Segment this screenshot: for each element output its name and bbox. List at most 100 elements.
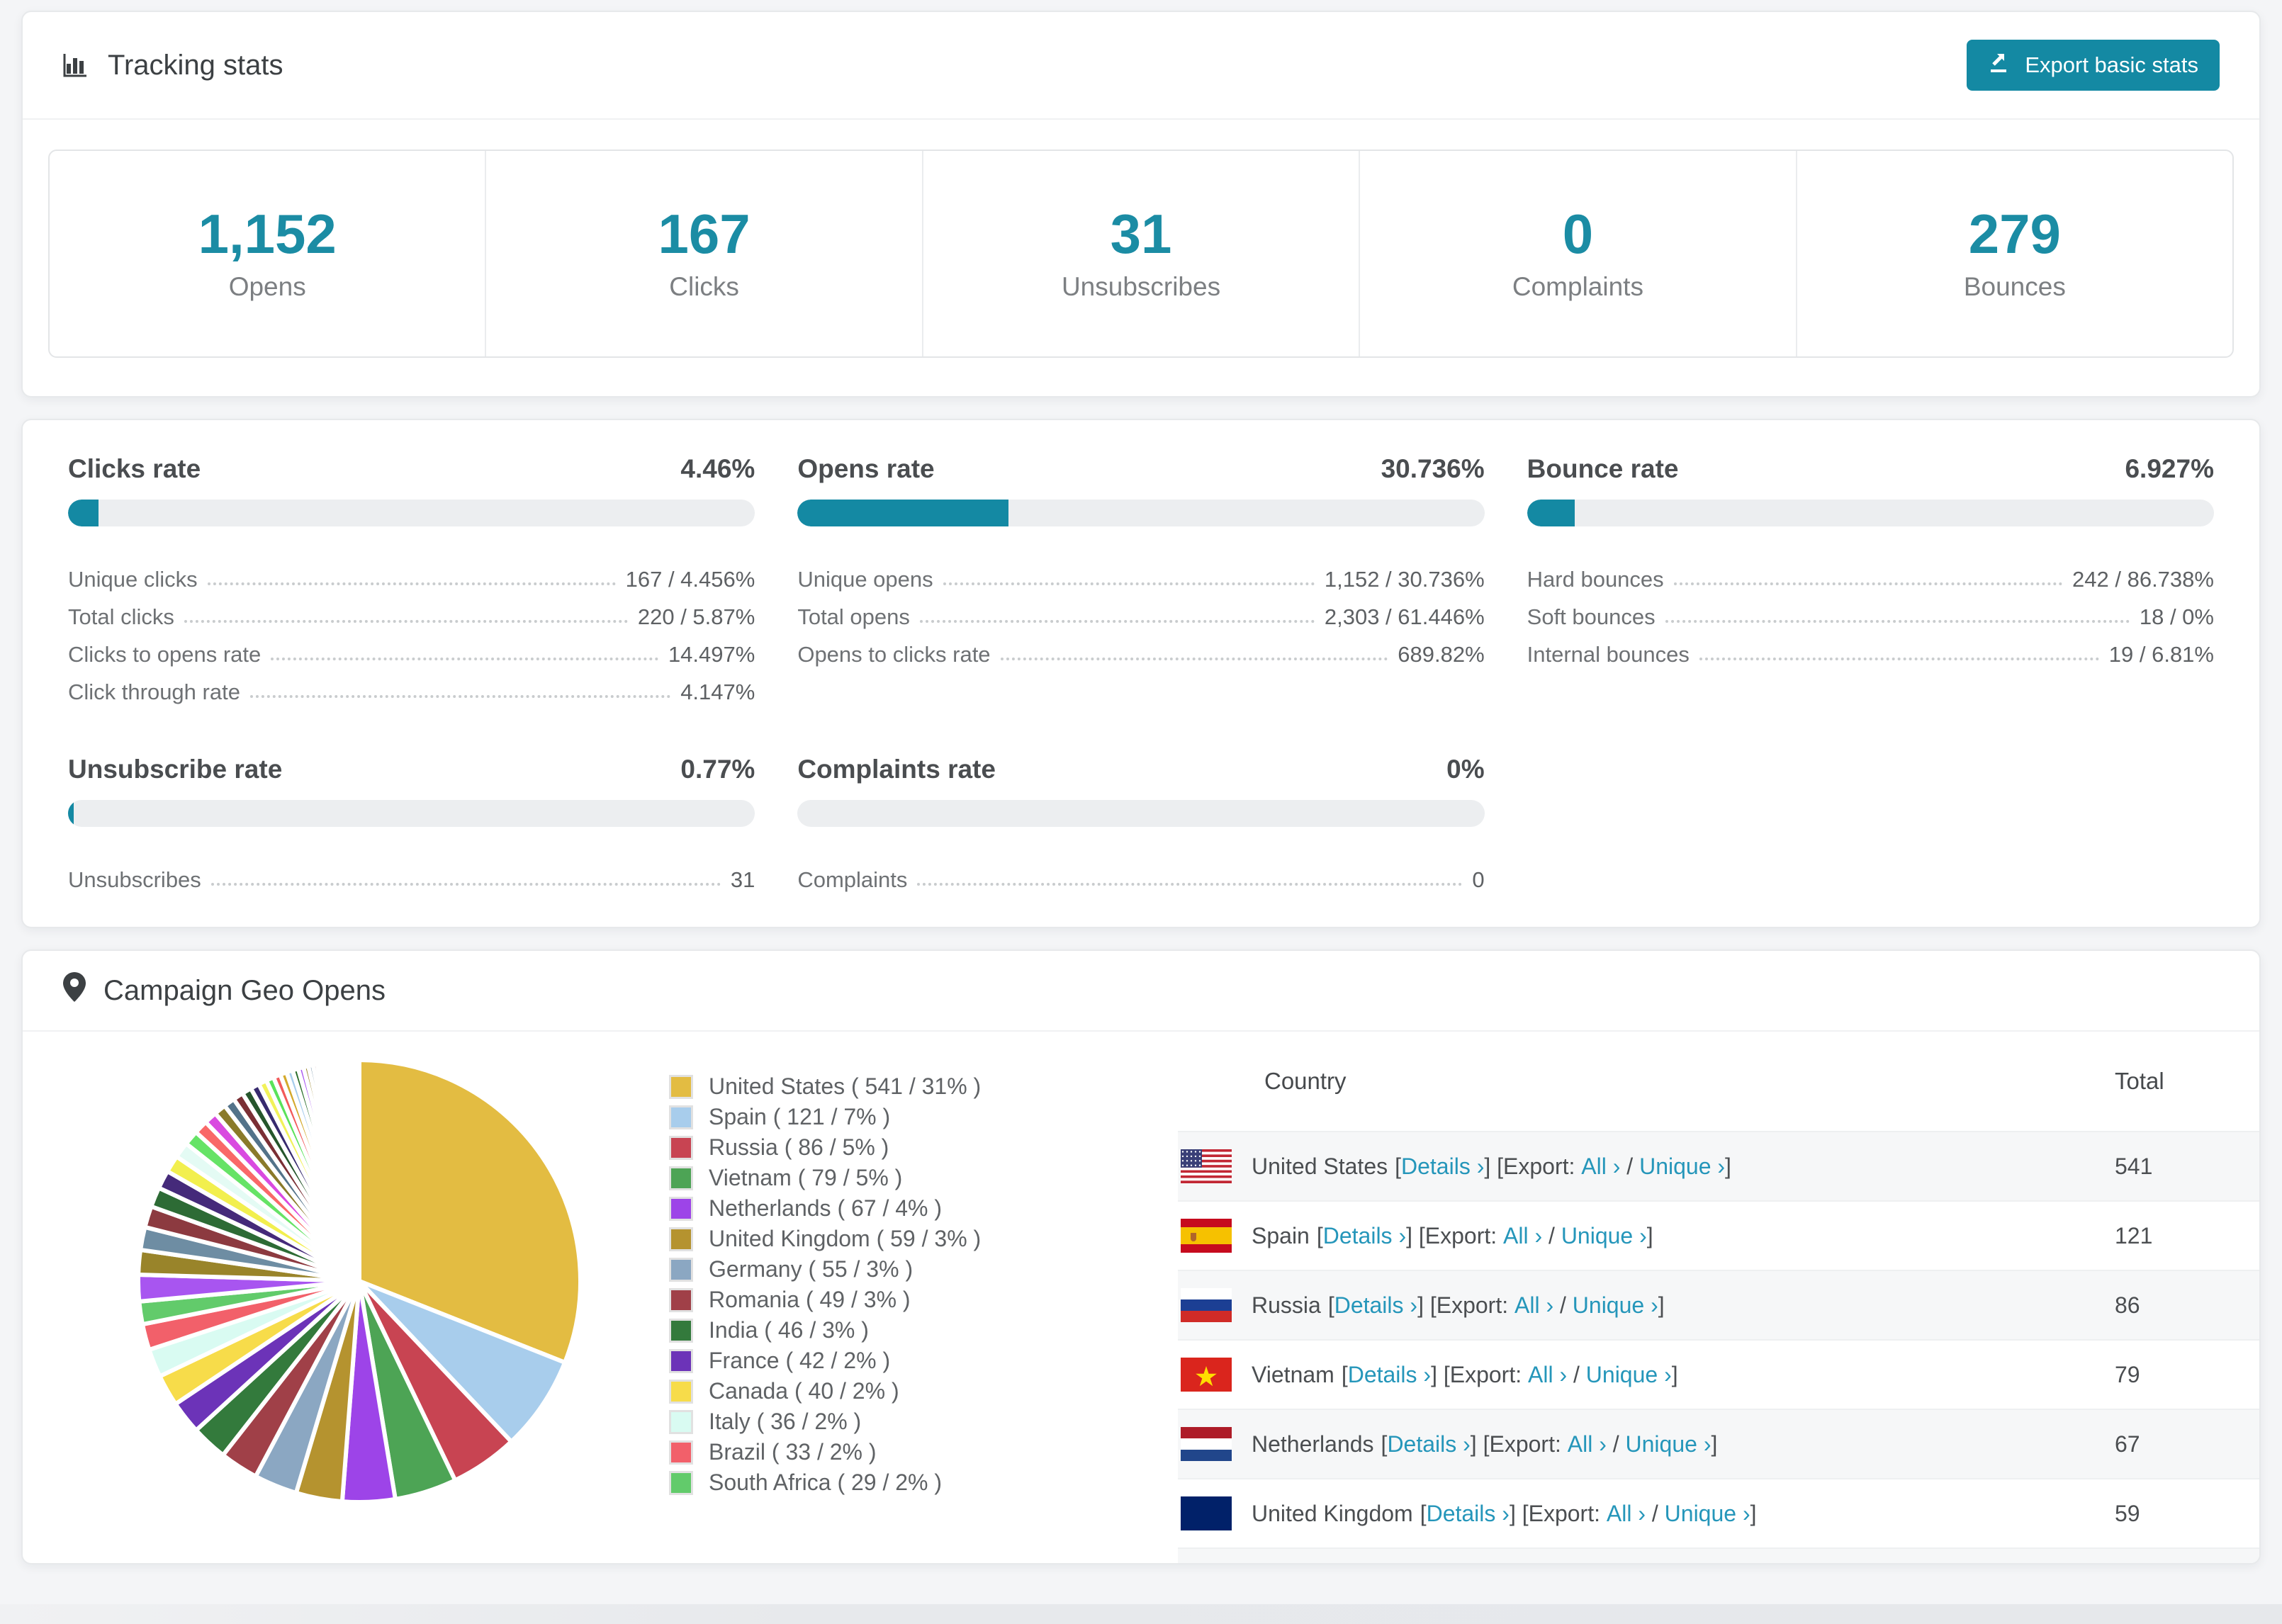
legend-label: United States ( 541 / 31% ) xyxy=(709,1073,982,1099)
metric-value: 0 xyxy=(1472,867,1485,892)
details-link[interactable]: Details › xyxy=(1401,1154,1484,1180)
details-link[interactable]: Details › xyxy=(1323,1223,1406,1249)
metric-value: 1,152 / 30.736% xyxy=(1324,567,1485,592)
export-unique-link[interactable]: Unique › xyxy=(1626,1431,1712,1457)
legend-item: Vietnam ( 79 / 5% ) xyxy=(669,1163,981,1193)
rate-progress-fill xyxy=(1527,500,1575,526)
export-all-link[interactable]: All › xyxy=(1503,1223,1542,1249)
export-unique-link[interactable]: Unique › xyxy=(1586,1362,1672,1388)
legend-label: South Africa ( 29 / 2% ) xyxy=(709,1470,943,1495)
details-link[interactable]: Details › xyxy=(1348,1362,1431,1388)
metric-value: 167 / 4.456% xyxy=(625,567,755,592)
legend-item: Brazil ( 33 / 2% ) xyxy=(669,1437,981,1467)
geo-opens-card: Campaign Geo Opens United States ( 541 /… xyxy=(21,949,2261,1564)
legend-swatch xyxy=(669,1227,693,1251)
legend-item: Canada ( 40 / 2% ) xyxy=(669,1376,981,1406)
map-pin-icon xyxy=(62,971,86,1010)
metric-value: 18 / 0% xyxy=(2139,604,2214,629)
export-basic-stats-button[interactable]: Export basic stats xyxy=(1967,40,2220,91)
export-unique-link[interactable]: Unique › xyxy=(1665,1501,1750,1527)
bracket: [ xyxy=(1316,1222,1323,1248)
legend-label: Italy ( 36 / 2% ) xyxy=(709,1409,862,1434)
rate-progress-bar xyxy=(68,500,755,526)
bracket: ] [Export: xyxy=(1509,1500,1607,1526)
geo-opens-content: United States ( 541 / 31% ) Spain ( 121 /… xyxy=(23,1032,2259,1563)
bracket: ] [Export: xyxy=(1484,1153,1582,1179)
slash: / xyxy=(1553,1292,1573,1318)
rate-progress-fill xyxy=(68,500,99,526)
rate-metric-row: Click through rate 4.147% xyxy=(68,667,755,705)
country-cell: Russia[Details ›] [Export: All › / Uniqu… xyxy=(1178,1288,2115,1322)
stat-box-complaints: 0 Complaints xyxy=(1360,151,1797,356)
export-all-link[interactable]: All › xyxy=(1528,1362,1567,1388)
country-cell: Netherlands[Details ›] [Export: All › / … xyxy=(1178,1427,2115,1461)
rate-metric-row: Clicks to opens rate 14.497% xyxy=(68,630,755,667)
rate-value: 0% xyxy=(1446,755,1485,784)
column-header-country: Country xyxy=(1264,1068,1347,1094)
bar-chart-icon xyxy=(62,51,91,79)
table-row-ru: Russia[Details ›] [Export: All › / Uniqu… xyxy=(1178,1270,2259,1339)
stat-value: 1,152 xyxy=(198,203,337,266)
country-cell: Spain[Details ›] [Export: All › / Unique… xyxy=(1178,1219,2115,1253)
metric-value: 31 xyxy=(730,867,755,892)
legend-swatch xyxy=(669,1348,693,1373)
legend-swatch xyxy=(669,1379,693,1404)
legend-label: Netherlands ( 67 / 4% ) xyxy=(709,1195,943,1221)
legend-item: United Kingdom ( 59 / 3% ) xyxy=(669,1224,981,1254)
legend-item: Germany ( 55 / 3% ) xyxy=(669,1254,981,1285)
legend-item: India ( 46 / 3% ) xyxy=(669,1315,981,1346)
rate-metric-row: Unique clicks 167 / 4.456% xyxy=(68,555,755,592)
bracket: [ xyxy=(1420,1500,1427,1526)
export-all-link[interactable]: All › xyxy=(1568,1431,1607,1457)
table-row-nl: Netherlands[Details ›] [Export: All › / … xyxy=(1178,1409,2259,1478)
geo-opens-title: Campaign Geo Opens xyxy=(103,974,386,1006)
tracking-stats-title-wrap: Tracking stats xyxy=(62,50,283,81)
rate-metric-row: Unsubscribes 31 xyxy=(68,855,755,893)
export-all-link[interactable]: All › xyxy=(1581,1154,1620,1180)
country-name: United Kingdom xyxy=(1252,1500,1413,1526)
bracket: ] xyxy=(1750,1500,1757,1526)
rate-head: Opens rate 30.736% xyxy=(797,454,1484,484)
table-row-gb: United Kingdom [Details ›] [Export: All ›… xyxy=(1178,1478,2259,1547)
export-unique-link[interactable]: Unique › xyxy=(1639,1154,1725,1180)
legend-item: Russia ( 86 / 5% ) xyxy=(669,1132,981,1163)
details-link[interactable]: Details › xyxy=(1334,1292,1417,1319)
rate-block-bounce-rate: Bounce rate 6.927% Hard bounces 242 / 86.73… xyxy=(1527,454,2214,705)
flag-es-icon xyxy=(1181,1219,1232,1253)
metric-value: 14.497% xyxy=(668,642,755,667)
legend-label: Russia ( 86 / 5% ) xyxy=(709,1134,889,1160)
metric-label: Unsubscribes xyxy=(68,867,201,892)
bracket: ] [Export: xyxy=(1431,1361,1528,1387)
rates-grid: Clicks rate 4.46% Unique clicks 167 / 4.456… xyxy=(68,454,2214,893)
details-link[interactable]: Details › xyxy=(1427,1501,1510,1527)
flag-ru-icon xyxy=(1181,1288,1232,1322)
dotted-leader xyxy=(207,582,616,585)
details-link[interactable]: Details › xyxy=(1387,1431,1470,1457)
export-unique-link[interactable]: Unique › xyxy=(1561,1223,1647,1249)
legend-swatch xyxy=(669,1257,693,1282)
slash: / xyxy=(1567,1361,1586,1387)
metric-value: 4.147% xyxy=(680,680,755,704)
bracket: [ xyxy=(1395,1153,1401,1179)
pie-slice-other-44[interactable] xyxy=(356,1058,361,1283)
stat-box-clicks: 167 Clicks xyxy=(486,151,923,356)
country-name: United States xyxy=(1252,1153,1388,1179)
export-unique-link[interactable]: Unique › xyxy=(1573,1292,1658,1319)
dotted-leader xyxy=(210,883,721,886)
dotted-leader xyxy=(184,620,628,623)
country-cell: United Kingdom [Details ›] [Export: All ›… xyxy=(1178,1496,2115,1530)
bracket: ] [Export: xyxy=(1417,1292,1514,1318)
rate-block-complaints-rate: Complaints rate 0% Complaints 0 xyxy=(797,755,1485,893)
bracket: ] xyxy=(1711,1431,1718,1457)
rate-metric-row: Total opens 2,303 / 61.446% xyxy=(797,592,1484,630)
bracket: ] [Export: xyxy=(1406,1222,1504,1248)
legend-label: Romania ( 49 / 3% ) xyxy=(709,1287,911,1312)
export-all-link[interactable]: All › xyxy=(1514,1292,1553,1319)
metric-label: Soft bounces xyxy=(1527,604,1656,629)
page: Tracking stats Export basic stats 1,152 O… xyxy=(0,0,2282,1624)
bracket: [ xyxy=(1327,1292,1334,1318)
legend-item: South Africa ( 29 / 2% ) xyxy=(669,1467,981,1498)
legend-label: Canada ( 40 / 2% ) xyxy=(709,1378,899,1404)
export-all-link[interactable]: All › xyxy=(1607,1501,1646,1527)
bracket: [ xyxy=(1381,1431,1388,1457)
